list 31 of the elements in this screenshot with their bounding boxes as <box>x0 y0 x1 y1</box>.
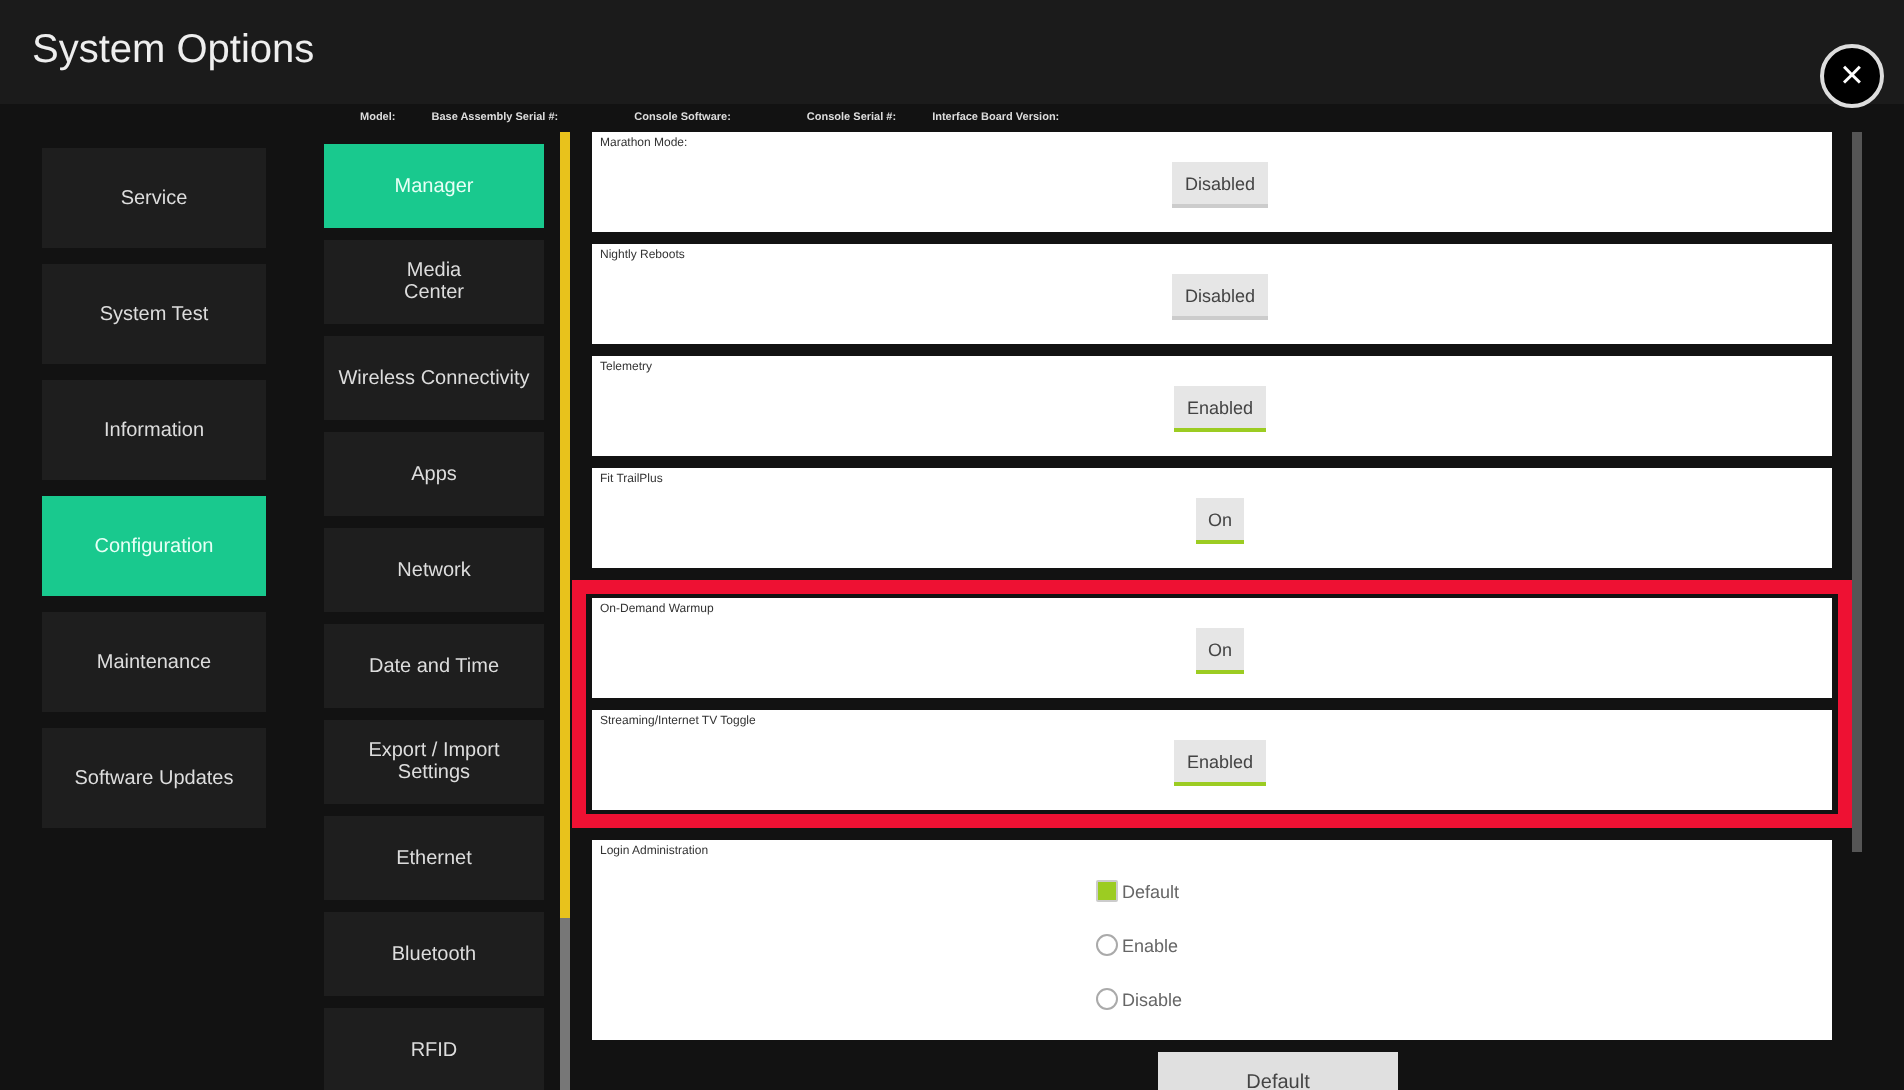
radio-button[interactable] <box>1096 934 1118 956</box>
nav-item[interactable]: Information <box>42 380 266 480</box>
radio-button[interactable] <box>1096 988 1118 1010</box>
sub-nav-item[interactable]: Apps <box>324 432 544 516</box>
toggle-button[interactable]: Enabled <box>1174 740 1266 786</box>
radio-button[interactable] <box>1096 880 1118 902</box>
sub-nav-item[interactable]: Wireless Connectivity <box>324 336 544 420</box>
radio-label[interactable]: Enable <box>1122 935 1179 955</box>
sub-nav-item[interactable]: Bluetooth <box>324 912 544 996</box>
sub-nav-item[interactable]: Date and Time <box>324 624 544 708</box>
sub-nav-item[interactable]: Export / Import Settings <box>324 720 544 804</box>
scrollbar[interactable] <box>560 132 570 1090</box>
radio-label[interactable]: Default <box>1122 881 1180 901</box>
nav-item[interactable]: Service <box>42 148 266 248</box>
close-button[interactable]: × <box>1820 44 1884 108</box>
window-title: System Options <box>32 28 315 74</box>
toggle-button[interactable]: On <box>1195 498 1244 544</box>
nav-item[interactable]: Software Updates <box>42 728 266 828</box>
nav-item[interactable]: Maintenance <box>42 612 266 712</box>
toggle-button[interactable]: Disabled <box>1172 162 1268 208</box>
sub-nav-item[interactable]: Network <box>324 528 544 612</box>
toggle-button[interactable]: Enabled <box>1174 386 1266 432</box>
toggle-button[interactable]: Disabled <box>1172 274 1268 320</box>
sub-nav-item[interactable]: RFID <box>324 1008 544 1090</box>
sub-nav-item[interactable]: Ethernet <box>324 816 544 900</box>
nav-item[interactable]: System Test <box>42 264 266 364</box>
default-button[interactable]: Default <box>1158 1052 1398 1090</box>
sub-nav-item[interactable]: Media Center <box>324 240 544 324</box>
radio-label[interactable]: Disable <box>1122 989 1183 1009</box>
toggle-button[interactable]: On <box>1195 628 1244 674</box>
scrollbar[interactable] <box>1852 132 1862 852</box>
